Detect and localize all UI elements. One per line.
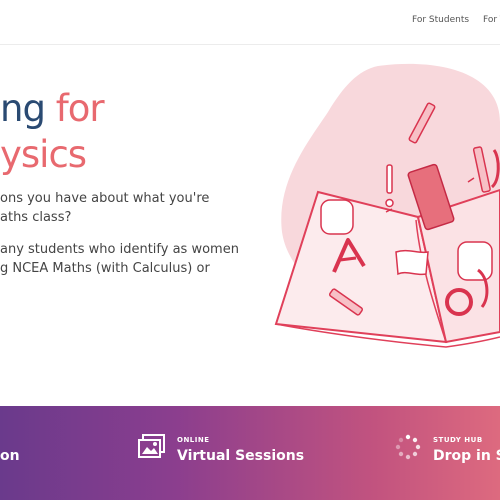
title-line-2: ysics [0,133,87,176]
title-part-pink: for [55,87,105,130]
eligibility-paragraph-line-2: g NCEA Maths (with Calculus) or [0,261,210,276]
service-title-in-person[interactable]: on [0,448,20,464]
top-navigation: For Students For T [0,0,500,45]
image-gallery-icon [138,434,165,458]
loading-spinner-icon [395,434,421,460]
service-title-virtual-sessions[interactable]: Virtual Sessions [177,448,304,464]
maths-book-illustration [274,63,500,348]
title-part-dark: ng [0,87,46,130]
service-label-online: ONLINE [177,436,210,444]
service-title-drop-in-sessions[interactable]: Drop in Ses [433,448,500,464]
services-band: on ONLINE Virtual Sessions STUDY HUB Dro… [0,406,500,500]
service-label-study-hub: STUDY HUB [433,436,483,444]
intro-paragraph-line-1: ons you have about what you're [0,191,210,206]
nav-link-for-students[interactable]: For Students [412,15,469,25]
intro-paragraph-line-2: aths class? [0,210,72,225]
nav-link-for-teachers[interactable]: For T [483,15,500,25]
page-title: ng for ysics [0,86,105,178]
eligibility-paragraph-line-1: any students who identify as women [0,242,239,257]
